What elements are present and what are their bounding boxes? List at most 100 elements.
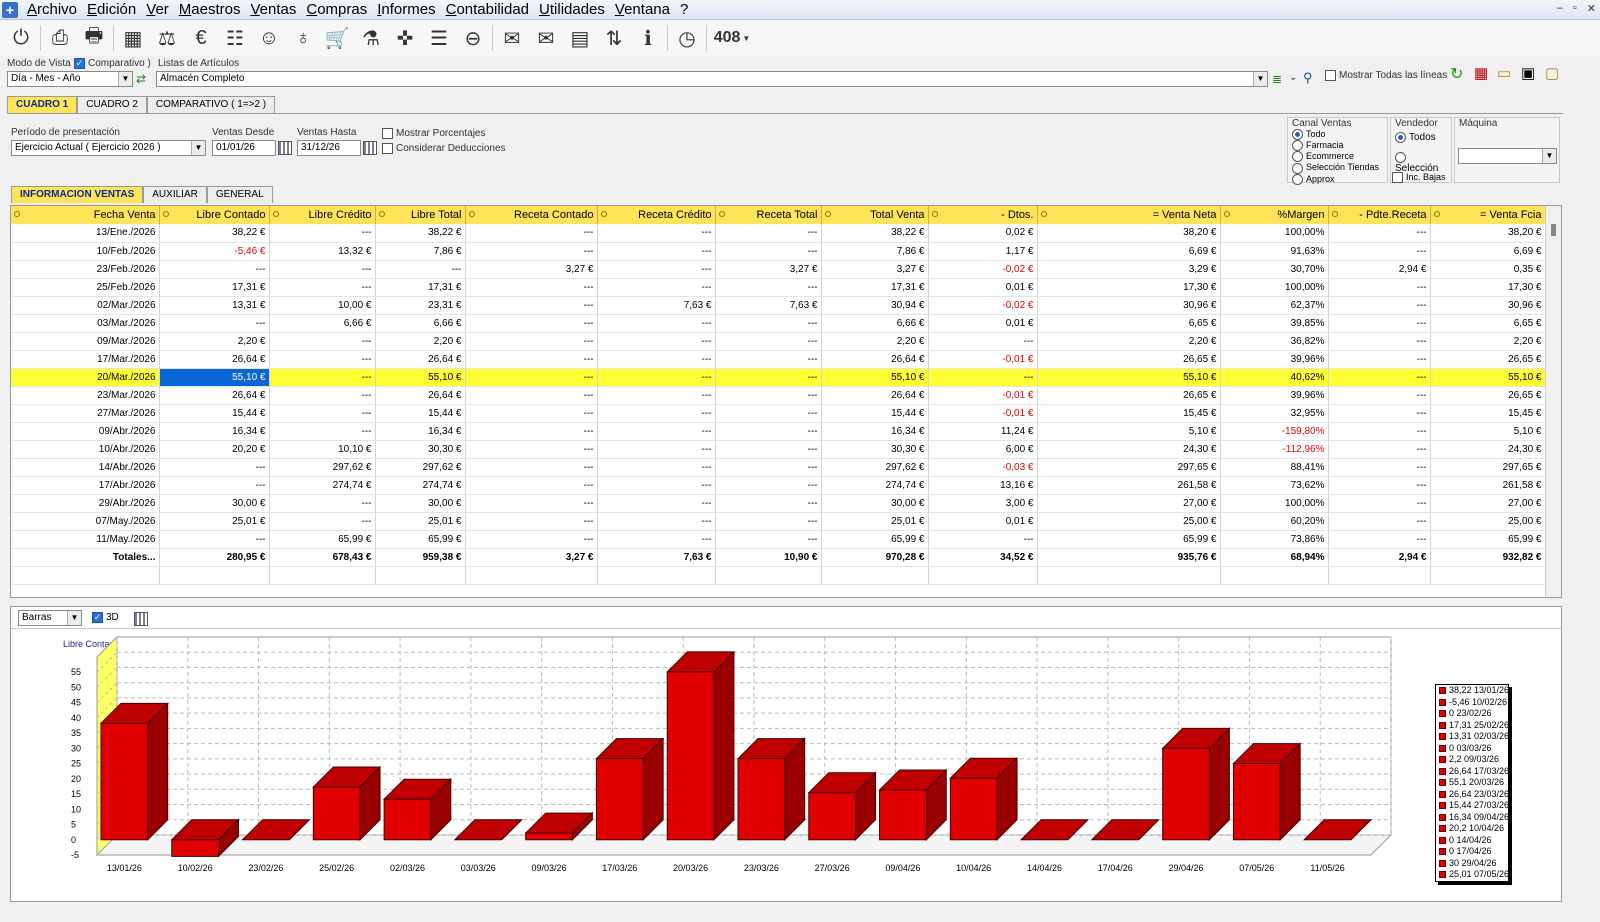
- table-row[interactable]: 23/Feb./2026 --- --- --- 3,27 € --- 3,27 €3,27…: [11, 260, 1546, 279]
- show-percentages-checkbox[interactable]: Mostrar Porcentajes: [382, 128, 485, 139]
- scrollbar-thumb[interactable]: [1551, 224, 1556, 236]
- table-cell[interactable]: -112,96%: [1220, 440, 1329, 459]
- table-cell[interactable]: 25,00 €: [1430, 512, 1546, 531]
- column-header[interactable]: Libre Contado: [159, 206, 270, 224]
- table-cell[interactable]: ---: [928, 332, 1038, 351]
- list-options-icon[interactable]: ≣: [1272, 72, 1282, 86]
- table-row[interactable]: 03/Mar./2026 --- 6,66 €6,66 € --- --- --- 6,66…: [11, 314, 1546, 333]
- totals-row[interactable]: Totales... 280,95 €678,43 €959,38 €3,27 €…: [11, 548, 1546, 567]
- refresh-view-icon[interactable]: ⇄: [136, 72, 146, 86]
- printer-setup-icon[interactable]: 🖶: [77, 22, 111, 54]
- table-cell[interactable]: 39,85%: [1220, 314, 1329, 333]
- table-cell[interactable]: -0,02 €: [928, 260, 1038, 279]
- table-cell[interactable]: 14/Abr./2026: [11, 458, 160, 477]
- table-cell[interactable]: ---: [715, 476, 822, 495]
- flask-icon[interactable]: ⚗: [354, 22, 388, 54]
- close-button[interactable]: ✕: [1587, 2, 1596, 15]
- table-cell[interactable]: 16,34 €: [821, 422, 929, 441]
- table-cell[interactable]: ---: [597, 530, 716, 549]
- table-cell[interactable]: 3,29 €: [1037, 260, 1221, 279]
- table-cell[interactable]: 10,00 €: [269, 296, 376, 315]
- channel-option-todo[interactable]: Todo: [1292, 129, 1379, 141]
- table-cell[interactable]: 30,30 €: [375, 440, 466, 459]
- table-cell[interactable]: ---: [715, 530, 822, 549]
- table-cell[interactable]: ---: [715, 350, 822, 369]
- table-cell[interactable]: 23,31 €: [375, 296, 466, 315]
- table-cell[interactable]: 3,27 €: [715, 260, 822, 279]
- table-cell[interactable]: 26,65 €: [1037, 350, 1221, 369]
- table-cell[interactable]: 7,63 €: [715, 296, 822, 315]
- table-cell[interactable]: 65,99 €: [1037, 530, 1221, 549]
- table-row[interactable]: 20/Mar./2026 55,10 € --- 55,10 € --- --- --- 55…: [11, 368, 1546, 387]
- open-folder-icon[interactable]: ▭: [1497, 64, 1511, 82]
- table-row[interactable]: 13/Ene./2026 38,22 € --- 38,22 € --- --- --- 38…: [11, 224, 1546, 243]
- id-badge-icon[interactable]: ☷: [218, 22, 252, 54]
- table-cell[interactable]: 17,31 €: [159, 278, 270, 297]
- table-cell[interactable]: ---: [597, 404, 716, 423]
- table-cell[interactable]: 38,22 €: [821, 224, 929, 243]
- table-cell[interactable]: ---: [597, 386, 716, 405]
- table-cell[interactable]: 73,86%: [1220, 530, 1329, 549]
- table-cell[interactable]: 274,74 €: [269, 476, 376, 495]
- tab-auxiliar[interactable]: AUXILIAR: [143, 186, 207, 203]
- table-cell[interactable]: 25/Feb./2026: [11, 278, 160, 297]
- table-row[interactable]: 02/Mar./2026 13,31 €10,00 €23,31 € --- 7,63…: [11, 296, 1546, 315]
- table-cell[interactable]: ---: [1328, 476, 1431, 495]
- column-header[interactable]: Libre Crédito: [269, 206, 376, 224]
- currency-search-icon[interactable]: ⊖: [456, 22, 490, 54]
- table-cell[interactable]: ---: [715, 242, 822, 261]
- chart-data-icon[interactable]: [134, 612, 148, 626]
- table-cell[interactable]: ---: [269, 386, 376, 405]
- users-icon[interactable]: ☺: [252, 22, 286, 54]
- table-cell[interactable]: ---: [465, 350, 598, 369]
- table-cell[interactable]: ---: [597, 332, 716, 351]
- table-cell[interactable]: 25,00 €: [1037, 512, 1221, 531]
- channel-option-approx[interactable]: Approx: [1292, 174, 1379, 185]
- table-cell[interactable]: ---: [465, 242, 598, 261]
- table-cell[interactable]: ---: [597, 260, 716, 279]
- table-cell[interactable]: ---: [269, 350, 376, 369]
- table-cell[interactable]: 60,20%: [1220, 512, 1329, 531]
- menu-utilidades[interactable]: Utilidades: [534, 1, 610, 18]
- menu-informes[interactable]: Informes: [372, 1, 440, 18]
- table-cell[interactable]: 30,96 €: [1037, 296, 1221, 315]
- calendar-icon[interactable]: [278, 141, 292, 155]
- column-header[interactable]: Libre Total: [375, 206, 466, 224]
- table-cell[interactable]: ---: [465, 386, 598, 405]
- table-cell[interactable]: 2,94 €: [1328, 260, 1431, 279]
- table-cell[interactable]: ---: [1328, 368, 1431, 387]
- column-header[interactable]: - Dtos.: [928, 206, 1038, 224]
- table-cell[interactable]: ---: [597, 476, 716, 495]
- column-header[interactable]: - Pdte.Receta: [1328, 206, 1431, 224]
- table-cell[interactable]: -0,03 €: [928, 458, 1038, 477]
- table-cell[interactable]: 10,10 €: [269, 440, 376, 459]
- table-cell[interactable]: 38,20 €: [1037, 224, 1221, 243]
- table-cell[interactable]: 34,52 €: [928, 548, 1038, 567]
- table-cell[interactable]: ---: [597, 458, 716, 477]
- table-cell[interactable]: -0,01 €: [928, 386, 1038, 405]
- table-cell[interactable]: 274,74 €: [821, 476, 929, 495]
- three-d-checkbox[interactable]: ✓ 3D: [92, 612, 119, 623]
- table-cell[interactable]: ---: [1328, 404, 1431, 423]
- seller-option-todos[interactable]: Todos: [1395, 132, 1436, 143]
- table-cell[interactable]: 30,00 €: [821, 494, 929, 513]
- table-cell[interactable]: -159,80%: [1220, 422, 1329, 441]
- table-cell[interactable]: 25,01 €: [375, 512, 466, 531]
- table-cell[interactable]: 09/Mar./2026: [11, 332, 160, 351]
- table-cell[interactable]: 297,62 €: [821, 458, 929, 477]
- calendar-icon[interactable]: [363, 141, 377, 155]
- table-cell[interactable]: ---: [465, 404, 598, 423]
- table-cell[interactable]: ---: [465, 296, 598, 315]
- table-cell[interactable]: 261,58 €: [1037, 476, 1221, 495]
- table-row[interactable]: 07/May./2026 25,01 € --- 25,01 € --- --- --- 25…: [11, 512, 1546, 531]
- table-cell[interactable]: ---: [375, 260, 466, 279]
- view-mode-select[interactable]: Día - Mes - Año ▼: [7, 71, 133, 87]
- seller-option-seleccion[interactable]: Selección: [1395, 152, 1451, 174]
- table-row[interactable]: 09/Mar./2026 2,20 € --- 2,20 € --- --- --- 2,20…: [11, 332, 1546, 351]
- table-cell[interactable]: Totales...: [11, 548, 160, 567]
- table-cell[interactable]: 15,44 €: [375, 404, 466, 423]
- table-cell[interactable]: 10/Feb./2026: [11, 242, 160, 261]
- table-cell[interactable]: 30,00 €: [375, 494, 466, 513]
- table-cell[interactable]: 25,01 €: [821, 512, 929, 531]
- table-cell[interactable]: ---: [1328, 296, 1431, 315]
